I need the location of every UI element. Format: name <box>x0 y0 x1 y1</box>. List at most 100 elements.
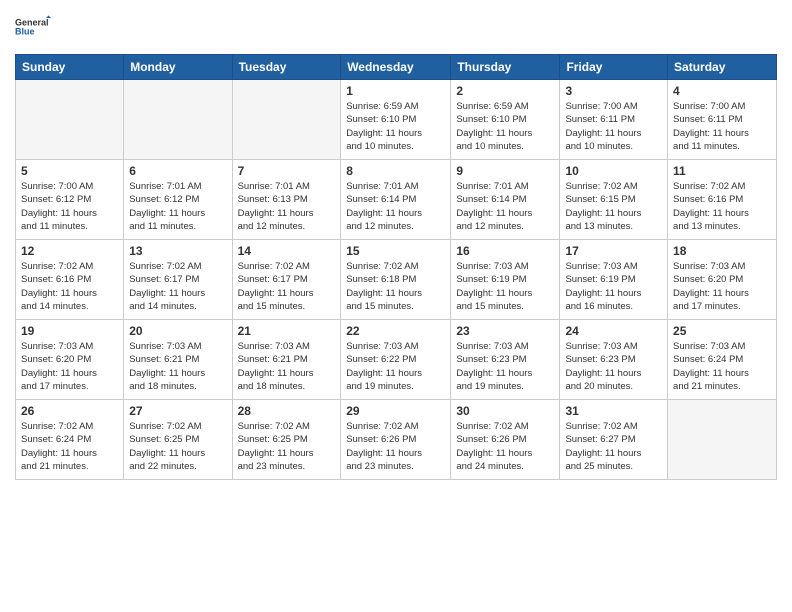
day-number: 16 <box>456 244 554 258</box>
day-info: Sunrise: 7:02 AM Sunset: 6:17 PM Dayligh… <box>129 260 226 313</box>
calendar-cell: 26 Sunrise: 7:02 AM Sunset: 6:24 PM Dayli… <box>16 400 124 480</box>
day-info: Sunrise: 7:03 AM Sunset: 6:22 PM Dayligh… <box>346 340 445 393</box>
day-number: 2 <box>456 84 554 98</box>
day-number: 26 <box>21 404 118 418</box>
calendar-cell: 11Sunrise: 7:02 AM Sunset: 6:16 PM Dayli… <box>668 160 777 240</box>
weekday-header-wednesday: Wednesday <box>341 55 451 80</box>
calendar-cell: 2 Sunrise: 6:59 AM Sunset: 6:10 PM Daylig… <box>451 80 560 160</box>
day-number: 10 <box>565 164 662 178</box>
weekday-header-monday: Monday <box>124 55 232 80</box>
day-number: 18 <box>673 244 771 258</box>
calendar-cell: 18 Sunrise: 7:03 AM Sunset: 6:20 PM Dayli… <box>668 240 777 320</box>
day-number: 24 <box>565 324 662 338</box>
day-info: Sunrise: 7:03 AM Sunset: 6:20 PM Dayligh… <box>21 340 118 393</box>
day-number: 19 <box>21 324 118 338</box>
day-info: Sunrise: 7:02 AM Sunset: 6:24 PM Dayligh… <box>21 420 118 473</box>
calendar-cell: 3Sunrise: 7:00 AM Sunset: 6:11 PM Daylig… <box>560 80 668 160</box>
calendar-cell: 12 Sunrise: 7:02 AM Sunset: 6:16 PM Dayli… <box>16 240 124 320</box>
weekday-header-sunday: Sunday <box>16 55 124 80</box>
svg-text:Blue: Blue <box>15 27 35 37</box>
day-info: Sunrise: 7:02 AM Sunset: 6:16 PM Dayligh… <box>21 260 118 313</box>
day-info: Sunrise: 7:02 AM Sunset: 6:16 PM Dayligh… <box>673 180 771 233</box>
calendar-cell: 19 Sunrise: 7:03 AM Sunset: 6:20 PM Dayli… <box>16 320 124 400</box>
calendar-cell: 8Sunrise: 7:01 AM Sunset: 6:14 PM Daylig… <box>341 160 451 240</box>
svg-text:General: General <box>15 18 49 28</box>
day-info: Sunrise: 6:59 AM Sunset: 6:10 PM Dayligh… <box>456 100 554 153</box>
day-number: 21 <box>238 324 336 338</box>
day-info: Sunrise: 7:03 AM Sunset: 6:24 PM Dayligh… <box>673 340 771 393</box>
day-info: Sunrise: 7:03 AM Sunset: 6:20 PM Dayligh… <box>673 260 771 313</box>
day-number: 12 <box>21 244 118 258</box>
day-number: 9 <box>456 164 554 178</box>
calendar-cell: 30 Sunrise: 7:02 AM Sunset: 6:26 PM Dayli… <box>451 400 560 480</box>
day-number: 1 <box>346 84 445 98</box>
day-info: Sunrise: 7:03 AM Sunset: 6:21 PM Dayligh… <box>129 340 226 393</box>
weekday-header-thursday: Thursday <box>451 55 560 80</box>
calendar-cell: 24 Sunrise: 7:03 AM Sunset: 6:23 PM Dayli… <box>560 320 668 400</box>
day-info: Sunrise: 7:00 AM Sunset: 6:12 PM Dayligh… <box>21 180 118 233</box>
calendar-week-3: 12 Sunrise: 7:02 AM Sunset: 6:16 PM Dayli… <box>16 240 777 320</box>
calendar-cell: 7 Sunrise: 7:01 AM Sunset: 6:13 PM Daylig… <box>232 160 341 240</box>
day-number: 3 <box>565 84 662 98</box>
day-number: 25 <box>673 324 771 338</box>
calendar-week-2: 5 Sunrise: 7:00 AM Sunset: 6:12 PM Daylig… <box>16 160 777 240</box>
logo-svg: General Blue <box>15 10 55 46</box>
calendar-cell: 10 Sunrise: 7:02 AM Sunset: 6:15 PM Dayli… <box>560 160 668 240</box>
day-info: Sunrise: 7:02 AM Sunset: 6:15 PM Dayligh… <box>565 180 662 233</box>
calendar-week-4: 19 Sunrise: 7:03 AM Sunset: 6:20 PM Dayli… <box>16 320 777 400</box>
calendar-cell <box>668 400 777 480</box>
day-info: Sunrise: 7:03 AM Sunset: 6:23 PM Dayligh… <box>456 340 554 393</box>
page-header: General Blue <box>15 10 777 46</box>
day-number: 5 <box>21 164 118 178</box>
day-number: 15 <box>346 244 445 258</box>
day-number: 30 <box>456 404 554 418</box>
weekday-header-friday: Friday <box>560 55 668 80</box>
calendar-cell <box>232 80 341 160</box>
day-number: 7 <box>238 164 336 178</box>
logo: General Blue <box>15 10 55 46</box>
calendar-cell: 27 Sunrise: 7:02 AM Sunset: 6:25 PM Dayli… <box>124 400 232 480</box>
day-number: 17 <box>565 244 662 258</box>
calendar-week-5: 26 Sunrise: 7:02 AM Sunset: 6:24 PM Dayli… <box>16 400 777 480</box>
calendar-cell: 25 Sunrise: 7:03 AM Sunset: 6:24 PM Dayli… <box>668 320 777 400</box>
day-number: 6 <box>129 164 226 178</box>
weekday-header-tuesday: Tuesday <box>232 55 341 80</box>
day-info: Sunrise: 6:59 AM Sunset: 6:10 PM Dayligh… <box>346 100 445 153</box>
day-number: 31 <box>565 404 662 418</box>
day-info: Sunrise: 7:01 AM Sunset: 6:13 PM Dayligh… <box>238 180 336 233</box>
day-info: Sunrise: 7:03 AM Sunset: 6:23 PM Dayligh… <box>565 340 662 393</box>
day-info: Sunrise: 7:02 AM Sunset: 6:25 PM Dayligh… <box>129 420 226 473</box>
day-number: 4 <box>673 84 771 98</box>
calendar-week-1: 1 Sunrise: 6:59 AM Sunset: 6:10 PM Daylig… <box>16 80 777 160</box>
day-number: 20 <box>129 324 226 338</box>
calendar-cell: 9 Sunrise: 7:01 AM Sunset: 6:14 PM Daylig… <box>451 160 560 240</box>
calendar-cell: 6Sunrise: 7:01 AM Sunset: 6:12 PM Daylig… <box>124 160 232 240</box>
day-number: 22 <box>346 324 445 338</box>
calendar-cell: 4Sunrise: 7:00 AM Sunset: 6:11 PM Daylig… <box>668 80 777 160</box>
calendar-cell: 15 Sunrise: 7:02 AM Sunset: 6:18 PM Dayli… <box>341 240 451 320</box>
day-info: Sunrise: 7:02 AM Sunset: 6:17 PM Dayligh… <box>238 260 336 313</box>
calendar-cell <box>16 80 124 160</box>
calendar-cell: 21Sunrise: 7:03 AM Sunset: 6:21 PM Dayli… <box>232 320 341 400</box>
calendar-page: General Blue SundayMondayTuesdayWednesda… <box>0 0 792 612</box>
calendar-cell: 1 Sunrise: 6:59 AM Sunset: 6:10 PM Daylig… <box>341 80 451 160</box>
day-info: Sunrise: 7:02 AM Sunset: 6:26 PM Dayligh… <box>346 420 445 473</box>
calendar-cell: 13 Sunrise: 7:02 AM Sunset: 6:17 PM Dayli… <box>124 240 232 320</box>
day-number: 29 <box>346 404 445 418</box>
day-number: 8 <box>346 164 445 178</box>
day-info: Sunrise: 7:03 AM Sunset: 6:19 PM Dayligh… <box>565 260 662 313</box>
day-number: 23 <box>456 324 554 338</box>
day-info: Sunrise: 7:02 AM Sunset: 6:26 PM Dayligh… <box>456 420 554 473</box>
weekday-header-saturday: Saturday <box>668 55 777 80</box>
calendar-cell: 17 Sunrise: 7:03 AM Sunset: 6:19 PM Dayli… <box>560 240 668 320</box>
day-info: Sunrise: 7:02 AM Sunset: 6:18 PM Dayligh… <box>346 260 445 313</box>
day-number: 13 <box>129 244 226 258</box>
calendar-cell: 14Sunrise: 7:02 AM Sunset: 6:17 PM Dayli… <box>232 240 341 320</box>
calendar-cell: 29 Sunrise: 7:02 AM Sunset: 6:26 PM Dayli… <box>341 400 451 480</box>
calendar-cell: 28Sunrise: 7:02 AM Sunset: 6:25 PM Dayli… <box>232 400 341 480</box>
day-number: 27 <box>129 404 226 418</box>
day-info: Sunrise: 7:01 AM Sunset: 6:14 PM Dayligh… <box>456 180 554 233</box>
day-info: Sunrise: 7:02 AM Sunset: 6:25 PM Dayligh… <box>238 420 336 473</box>
calendar-cell: 16Sunrise: 7:03 AM Sunset: 6:19 PM Dayli… <box>451 240 560 320</box>
calendar-cell: 20 Sunrise: 7:03 AM Sunset: 6:21 PM Dayli… <box>124 320 232 400</box>
